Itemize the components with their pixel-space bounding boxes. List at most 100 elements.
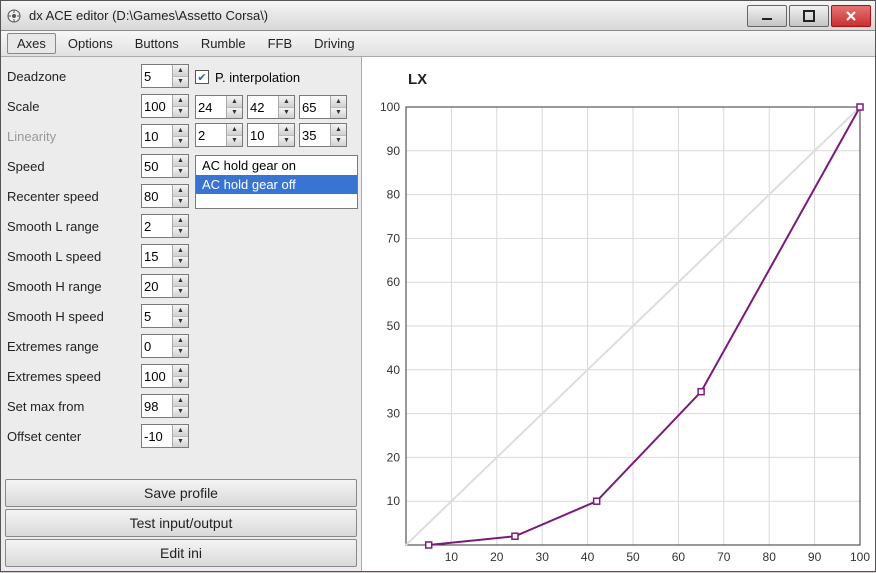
interp-r1-c0-spinner-down[interactable]: ▼ <box>227 108 242 119</box>
gear-list-item[interactable]: AC hold gear on <box>196 156 357 175</box>
param-smooth-h-speed-spinner[interactable]: ▲▼ <box>141 304 189 328</box>
param-smooth-l-speed-spinner-down[interactable]: ▼ <box>173 257 188 268</box>
param-speed-spinner-up[interactable]: ▲ <box>173 155 188 167</box>
interp-r1-c2-spinner-up[interactable]: ▲ <box>331 96 346 108</box>
param-extremes-range-spinner[interactable]: ▲▼ <box>141 334 189 358</box>
menu-axes[interactable]: Axes <box>7 33 56 54</box>
svg-text:40: 40 <box>581 550 595 564</box>
interp-r2-c0-spinner-input[interactable] <box>196 124 226 146</box>
p-interpolation-checkbox[interactable]: ✔ <box>195 70 209 84</box>
param-smooth-l-range-spinner-down[interactable]: ▼ <box>173 227 188 238</box>
interp-r2-c2-spinner-down[interactable]: ▼ <box>331 136 346 147</box>
param-deadzone-spinner-up[interactable]: ▲ <box>173 65 188 77</box>
interp-r2-c1-spinner-input[interactable] <box>248 124 278 146</box>
param-set-max-from-spinner[interactable]: ▲▼ <box>141 394 189 418</box>
param-smooth-l-range-spinner-input[interactable] <box>142 215 172 237</box>
param-extremes-speed-spinner-up[interactable]: ▲ <box>173 365 188 377</box>
param-smooth-l-range-spinner-up[interactable]: ▲ <box>173 215 188 227</box>
param-scale-spinner[interactable]: ▲▼ <box>141 94 189 118</box>
param-smooth-l-speed-spinner-input[interactable] <box>142 245 172 267</box>
param-deadzone-spinner[interactable]: ▲▼ <box>141 64 189 88</box>
param-smooth-h-range-spinner-up[interactable]: ▲ <box>173 275 188 287</box>
interp-r2-c1-spinner-down[interactable]: ▼ <box>279 136 294 147</box>
interp-r1-c2-spinner[interactable]: ▲▼ <box>299 95 347 119</box>
param-scale-spinner-input[interactable] <box>142 95 172 117</box>
gear-list-item[interactable]: AC hold gear off <box>196 175 357 194</box>
interp-r2-c2-spinner[interactable]: ▲▼ <box>299 123 347 147</box>
param-smooth-h-speed-spinner-up[interactable]: ▲ <box>173 305 188 317</box>
interp-r1-c0-spinner-input[interactable] <box>196 96 226 118</box>
param-smooth-l-speed-spinner[interactable]: ▲▼ <box>141 244 189 268</box>
interp-r1-c2-spinner-down[interactable]: ▼ <box>331 108 346 119</box>
param-speed-spinner-down[interactable]: ▼ <box>173 167 188 178</box>
svg-text:70: 70 <box>387 231 401 245</box>
param-set-max-from-spinner-input[interactable] <box>142 395 172 417</box>
param-recenter-speed-spinner-up[interactable]: ▲ <box>173 185 188 197</box>
param-recenter-speed-spinner-input[interactable] <box>142 185 172 207</box>
param-speed-spinner-input[interactable] <box>142 155 172 177</box>
test-io-button[interactable]: Test input/output <box>5 509 357 537</box>
interp-r2-c1-spinner-up[interactable]: ▲ <box>279 124 294 136</box>
interp-r1-c1-spinner-down[interactable]: ▼ <box>279 108 294 119</box>
interp-r1-c1-spinner[interactable]: ▲▼ <box>247 95 295 119</box>
param-recenter-speed-spinner-down[interactable]: ▼ <box>173 197 188 208</box>
interp-r1-c1-spinner-up[interactable]: ▲ <box>279 96 294 108</box>
param-smooth-h-range-spinner-down[interactable]: ▼ <box>173 287 188 298</box>
param-scale-spinner-down[interactable]: ▼ <box>173 107 188 118</box>
param-offset-center-spinner-input[interactable] <box>142 425 172 447</box>
param-offset-center-spinner-down[interactable]: ▼ <box>173 437 188 448</box>
interp-r1-c0-spinner[interactable]: ▲▼ <box>195 95 243 119</box>
param-label: Extremes range <box>7 339 141 354</box>
param-scale-spinner-up[interactable]: ▲ <box>173 95 188 107</box>
interp-r2-c0-spinner[interactable]: ▲▼ <box>195 123 243 147</box>
interp-r2-c2-spinner-input[interactable] <box>300 124 330 146</box>
titlebar: dx ACE editor (D:\Games\Assetto Corsa\) <box>1 1 875 31</box>
param-smooth-h-speed-spinner-down[interactable]: ▼ <box>173 317 188 328</box>
interp-r2-c1-spinner[interactable]: ▲▼ <box>247 123 295 147</box>
param-smooth-h-range-spinner[interactable]: ▲▼ <box>141 274 189 298</box>
gear-list[interactable]: AC hold gear onAC hold gear off <box>195 155 358 209</box>
param-extremes-range-spinner-input[interactable] <box>142 335 172 357</box>
interp-r2-c0-spinner-up[interactable]: ▲ <box>227 124 242 136</box>
param-offset-center-spinner[interactable]: ▲▼ <box>141 424 189 448</box>
param-smooth-l-range-spinner[interactable]: ▲▼ <box>141 214 189 238</box>
maximize-button[interactable] <box>789 5 829 27</box>
param-linearity-spinner-up[interactable]: ▲ <box>173 125 188 137</box>
menu-rumble[interactable]: Rumble <box>191 33 256 54</box>
menu-buttons[interactable]: Buttons <box>125 33 189 54</box>
interp-r1-c0-spinner-up[interactable]: ▲ <box>227 96 242 108</box>
param-set-max-from-spinner-up[interactable]: ▲ <box>173 395 188 407</box>
param-linearity-spinner-down[interactable]: ▼ <box>173 137 188 148</box>
interp-r1-c2-spinner-input[interactable] <box>300 96 330 118</box>
param-set-max-from-spinner-down[interactable]: ▼ <box>173 407 188 418</box>
minimize-button[interactable] <box>747 5 787 27</box>
interp-r1-c1-spinner-input[interactable] <box>248 96 278 118</box>
param-speed-spinner[interactable]: ▲▼ <box>141 154 189 178</box>
param-extremes-range-spinner-up[interactable]: ▲ <box>173 335 188 347</box>
param-extremes-speed-spinner-down[interactable]: ▼ <box>173 377 188 388</box>
param-extremes-speed-spinner-input[interactable] <box>142 365 172 387</box>
param-label: Offset center <box>7 429 141 444</box>
param-row-speed: Speed▲▼ <box>7 151 189 181</box>
interp-r2-c2-spinner-up[interactable]: ▲ <box>331 124 346 136</box>
edit-ini-button[interactable]: Edit ini <box>5 539 357 567</box>
param-smooth-h-speed-spinner-input[interactable] <box>142 305 172 327</box>
param-deadzone-spinner-down[interactable]: ▼ <box>173 77 188 88</box>
save-profile-button[interactable]: Save profile <box>5 479 357 507</box>
menu-ffb[interactable]: FFB <box>258 33 303 54</box>
param-extremes-range-spinner-down[interactable]: ▼ <box>173 347 188 358</box>
param-offset-center-spinner-up[interactable]: ▲ <box>173 425 188 437</box>
param-recenter-speed-spinner[interactable]: ▲▼ <box>141 184 189 208</box>
svg-text:60: 60 <box>672 550 686 564</box>
param-extremes-speed-spinner[interactable]: ▲▼ <box>141 364 189 388</box>
param-smooth-l-speed-spinner-up[interactable]: ▲ <box>173 245 188 257</box>
interp-r2-c0-spinner-down[interactable]: ▼ <box>227 136 242 147</box>
svg-text:30: 30 <box>536 550 550 564</box>
close-button[interactable] <box>831 5 871 27</box>
param-linearity-spinner[interactable]: ▲▼ <box>141 124 189 148</box>
param-smooth-h-range-spinner-input[interactable] <box>142 275 172 297</box>
param-linearity-spinner-input[interactable] <box>142 125 172 147</box>
param-deadzone-spinner-input[interactable] <box>142 65 172 87</box>
menu-options[interactable]: Options <box>58 33 123 54</box>
menu-driving[interactable]: Driving <box>304 33 364 54</box>
